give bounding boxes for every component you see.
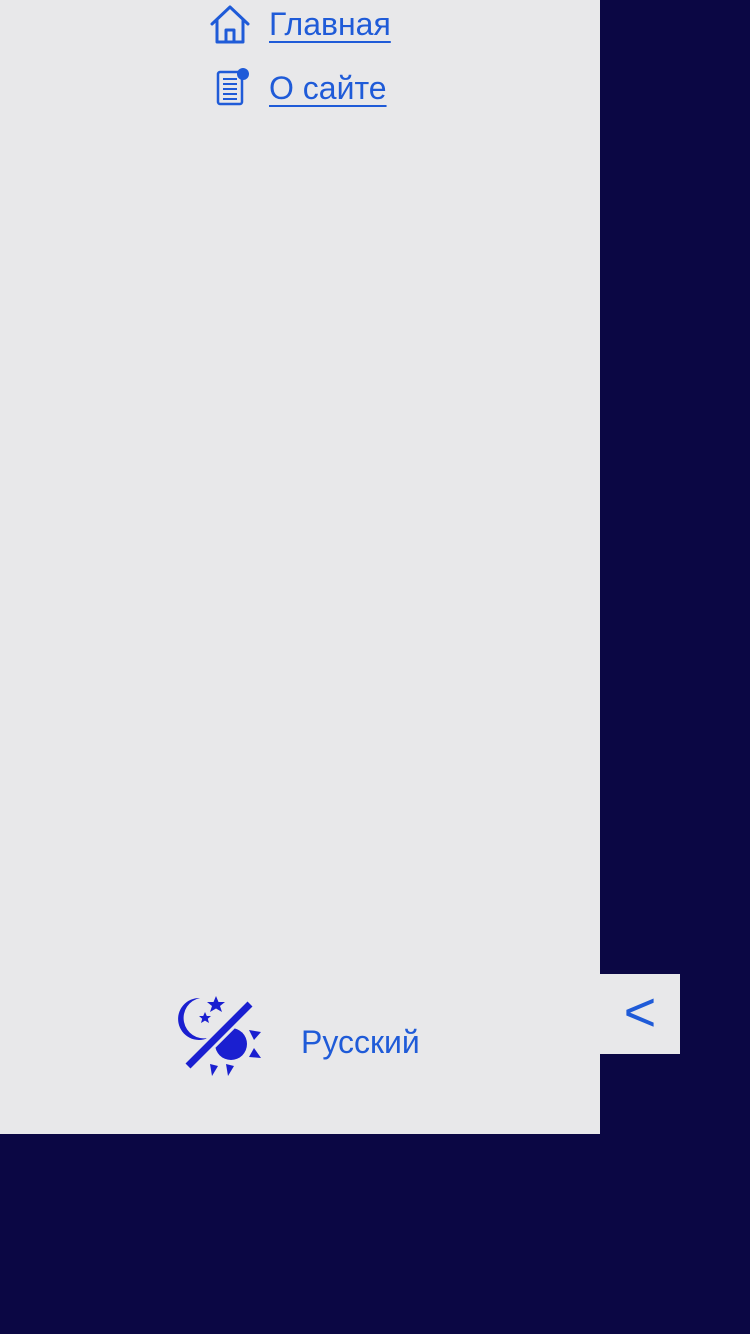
theme-toggle-button[interactable]	[178, 994, 264, 1080]
nav-label-home: Главная	[269, 6, 391, 42]
language-switch[interactable]: Русский	[301, 1022, 420, 1062]
chevron-left-icon: <	[623, 980, 657, 1043]
side-drawer: Главная О сайте Русский	[0, 0, 600, 1134]
document-icon	[210, 66, 254, 110]
collapse-drawer-button[interactable]: <	[600, 974, 680, 1054]
day-night-toggle-icon	[178, 996, 264, 1084]
nav-label-about: О сайте	[269, 70, 387, 106]
home-icon	[208, 2, 252, 46]
nav-item-about[interactable]: О сайте	[210, 66, 387, 110]
nav-item-home[interactable]: Главная	[208, 2, 391, 46]
